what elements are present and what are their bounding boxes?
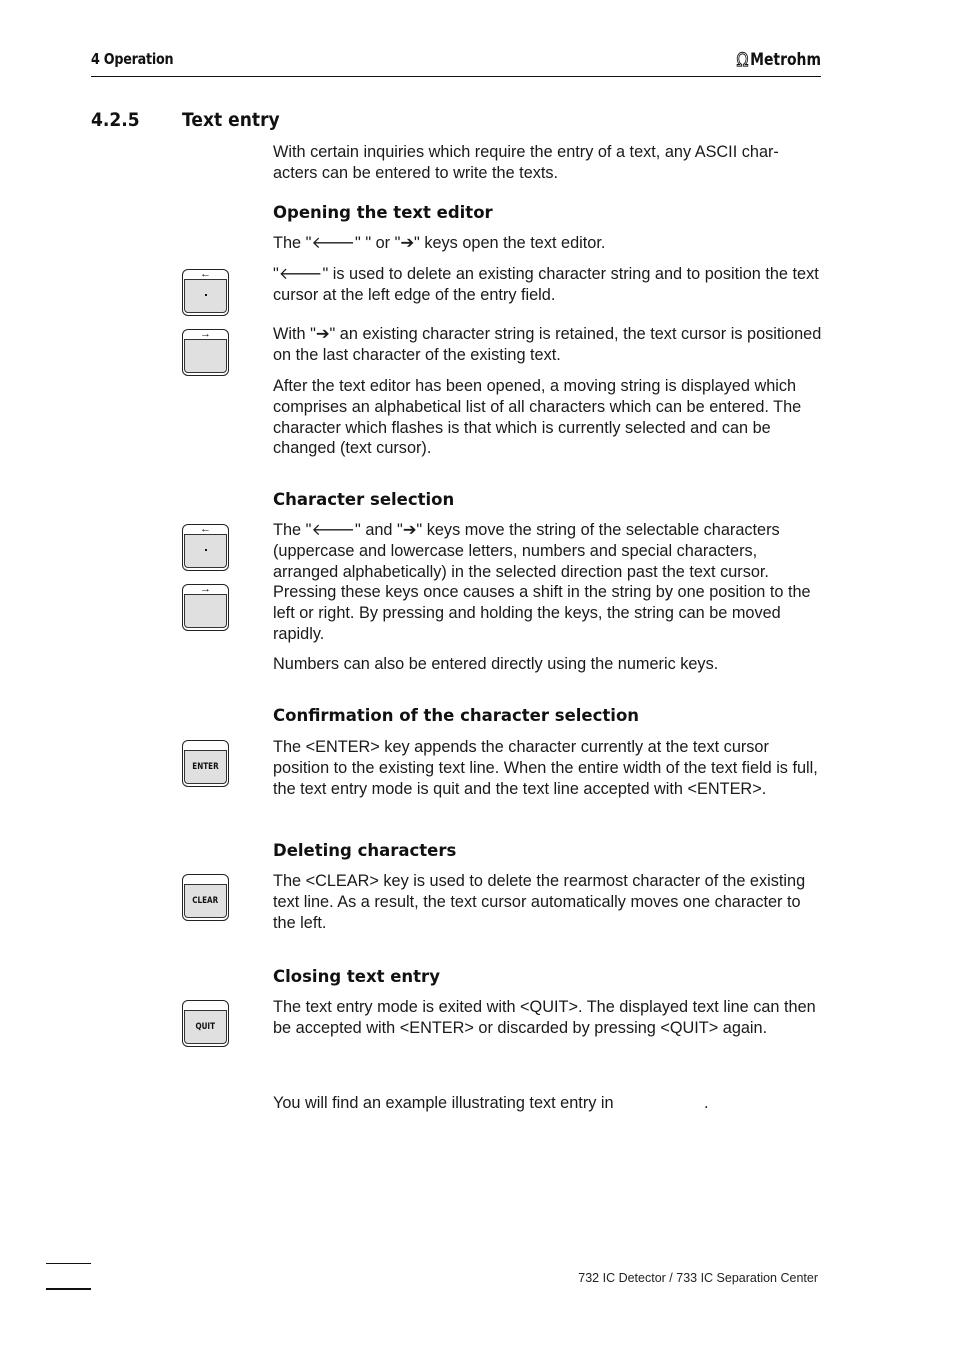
example-note: You will find an example illustrating te… (273, 1094, 709, 1112)
heading-confirmation: Confirmation of the character selection (273, 706, 640, 725)
heading-deleting: Deleting characters (273, 841, 457, 860)
clear-key: CLEAR (182, 874, 229, 921)
selection-paragraph-2: Numbers can also be entered directly usi… (273, 655, 719, 673)
quit-key-label: QUIT (195, 1022, 216, 1032)
left-arrow-key: ← (182, 524, 229, 571)
enter-key-label: ENTER (192, 762, 219, 772)
section-number: 4.2.5 (91, 109, 140, 131)
enter-key: ENTER (182, 740, 229, 787)
selection-paragraph-1: The "🡐" and "➔" keys move the string of … (273, 521, 811, 643)
left-arrow-icon: ← (200, 268, 211, 280)
chapter-header: 4 Operation (91, 50, 174, 68)
right-arrow-icon: → (200, 328, 211, 340)
quit-key: QUIT (182, 1000, 229, 1047)
heading-character-selection: Character selection (273, 490, 455, 509)
left-arrow-key: ← (182, 269, 229, 316)
heading-closing: Closing text entry (273, 967, 440, 986)
right-arrow-icon: → (200, 583, 211, 595)
heading-opening-editor: Opening the text editor (273, 203, 493, 222)
clear-key-label: CLEAR (192, 896, 219, 906)
section-title: Text entry (182, 109, 280, 131)
opening-paragraph-1: The "🡐" " or "➔" keys open the text edit… (273, 234, 606, 252)
footer-rule-top (46, 1263, 91, 1264)
brand-name: Metrohm (750, 50, 821, 70)
right-arrow-key: → (182, 584, 229, 631)
deleting-paragraph: The <CLEAR> key is used to delete the re… (273, 872, 806, 932)
intro-paragraph: With certain inquiries which require the… (273, 143, 779, 182)
confirmation-paragraph: The <ENTER> key appends the character cu… (273, 738, 818, 798)
omega-logo-icon: Ω (736, 49, 749, 72)
brand-logo: Ω Metrohm (736, 49, 821, 72)
footer-rule-bottom (46, 1288, 91, 1290)
right-arrow-key: → (182, 329, 229, 376)
left-arrow-icon: ← (200, 523, 211, 535)
opening-paragraph-4: After the text editor has been opened, a… (273, 377, 802, 458)
closing-paragraph: The text entry mode is exited with <QUIT… (273, 998, 816, 1037)
opening-paragraph-2: "🡐" is used to delete an existing charac… (273, 265, 819, 304)
footer-product: 732 IC Detector / 733 IC Separation Cent… (578, 1271, 818, 1285)
header-rule (91, 76, 821, 77)
opening-paragraph-3: With "➔" an existing character string is… (273, 325, 822, 364)
